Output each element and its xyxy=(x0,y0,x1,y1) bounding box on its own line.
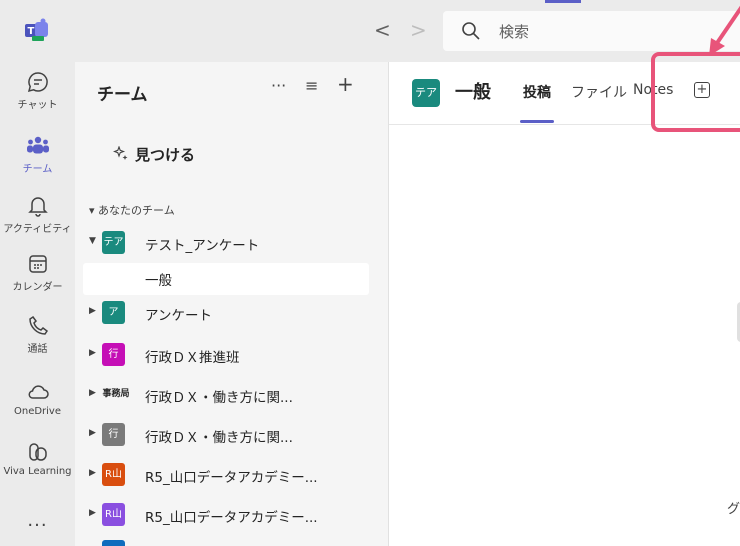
team-name: 行政ＤＸ・働き方に関... xyxy=(145,390,293,406)
rail-item-calendar[interactable]: カレンダー xyxy=(0,252,75,293)
chat-icon xyxy=(27,72,48,93)
team-avatar: R山 xyxy=(102,503,125,526)
channel-title: 一般 xyxy=(455,82,491,103)
team-name: 行政ＤＸ・働き方に関... xyxy=(145,430,293,446)
team-name: R5_山口データアカデミー... xyxy=(145,510,318,526)
team-row[interactable]: ▶ R山 R5_山口データアカデミー... xyxy=(75,460,388,492)
expand-caret-icon[interactable]: ▶ xyxy=(89,388,96,398)
team-row[interactable]: ▶ ア アンケート xyxy=(75,298,388,330)
sparkle-icon xyxy=(113,146,128,160)
search-input[interactable]: 検索 xyxy=(443,11,740,51)
content-text: グ xyxy=(727,502,740,517)
rail-label-calendar: カレンダー xyxy=(12,282,63,293)
collapse-caret-icon[interactable]: ▼ xyxy=(89,236,96,246)
rail-item-viva-learning[interactable]: Viva Learning xyxy=(0,440,75,477)
team-row[interactable]: ▼ テア テスト_アンケート xyxy=(75,228,388,260)
bell-icon xyxy=(27,197,48,217)
title-bar: T < > 検索 xyxy=(0,0,740,62)
rail-item-teams[interactable]: チーム xyxy=(0,134,75,175)
team-row[interactable]: ▶ 事務局 行政ＤＸ・働き方に関... xyxy=(75,380,388,412)
teams-logo-icon: T xyxy=(25,18,48,41)
channel-row-general[interactable]: 一般 xyxy=(83,263,369,295)
expand-caret-icon[interactable]: ▶ xyxy=(89,306,96,316)
teams-icon xyxy=(26,136,49,154)
channel-view: テア 一般 投稿 ファイル Notes + グ xyxy=(389,5,740,546)
more-apps-button[interactable]: ... xyxy=(0,510,75,531)
back-button[interactable]: < xyxy=(374,18,391,42)
team-row[interactable]: ▶ R山 R5_山口データアカデミー... xyxy=(75,500,388,532)
rail-label-onedrive: OneDrive xyxy=(13,406,62,417)
team-avatar: 行 xyxy=(102,423,125,446)
rail-item-chat[interactable]: チャット xyxy=(0,70,75,111)
phone-icon xyxy=(28,315,48,335)
team-avatar: テア xyxy=(102,231,125,254)
team-avatar: ア xyxy=(102,301,125,324)
app-rail: チャット チーム アクティビティ カレンダー 通話 OneDrive Viva … xyxy=(0,62,75,546)
team-avatar: 事務局 xyxy=(102,389,130,399)
rail-label-chat: チャット xyxy=(17,100,58,111)
team-avatar: R山 xyxy=(102,463,125,486)
team-avatar: 行 xyxy=(102,343,125,366)
team-name: アンケート xyxy=(145,308,212,324)
expand-caret-icon[interactable]: ▶ xyxy=(89,428,96,438)
team-name: テスト_アンケート xyxy=(145,238,260,254)
arrow-annotation-icon xyxy=(709,5,740,56)
discover-teams-button[interactable]: 見つける xyxy=(135,144,195,165)
expand-caret-icon[interactable]: ▶ xyxy=(89,468,96,478)
expand-caret-icon[interactable]: ▶ xyxy=(89,348,96,358)
active-tab-indicator xyxy=(520,120,554,123)
teams-panel: チーム ··· ≡ + 見つける ▾ あなたのチーム ▼ テア テスト_アンケー… xyxy=(75,62,389,546)
forward-button[interactable]: > xyxy=(410,18,427,42)
channel-header: テア 一般 投稿 ファイル Notes + xyxy=(389,52,740,132)
tab-posts[interactable]: 投稿 xyxy=(523,82,551,102)
expand-caret-icon[interactable]: ▶ xyxy=(89,508,96,518)
team-avatar-partial xyxy=(102,540,125,546)
search-placeholder: 検索 xyxy=(499,23,530,41)
rail-item-activity[interactable]: アクティビティ xyxy=(0,194,75,235)
filter-button[interactable]: ≡ xyxy=(305,76,318,95)
rail-item-calls[interactable]: 通話 xyxy=(0,314,75,355)
rail-label-teams: チーム xyxy=(22,164,53,175)
calendar-icon xyxy=(28,255,47,273)
cloud-icon xyxy=(28,385,49,399)
team-name: 行政ＤＸ推進班 xyxy=(145,350,240,366)
add-team-button[interactable]: + xyxy=(337,72,354,96)
channel-name: 一般 xyxy=(145,273,172,289)
team-name: R5_山口データアカデミー... xyxy=(145,470,318,486)
tab-files[interactable]: ファイル xyxy=(571,82,627,102)
rail-label-activity: アクティビティ xyxy=(3,224,72,235)
accent-strip xyxy=(545,0,581,3)
learning-icon xyxy=(28,443,47,461)
team-row[interactable]: ▶ 行 行政ＤＸ・働き方に関... xyxy=(75,420,388,452)
panel-title: チーム xyxy=(97,85,148,105)
svg-text:T: T xyxy=(28,26,35,37)
more-options-button[interactable]: ··· xyxy=(271,76,286,95)
search-icon xyxy=(462,22,480,40)
rail-label-calls: 通話 xyxy=(27,344,48,355)
rail-label-viva-learning: Viva Learning xyxy=(3,466,72,477)
team-row[interactable]: ▶ 行 行政ＤＸ推進班 xyxy=(75,340,388,372)
channel-team-avatar: テア xyxy=(412,79,440,107)
rail-item-onedrive[interactable]: OneDrive xyxy=(0,380,75,417)
your-teams-header[interactable]: ▾ あなたのチーム xyxy=(89,202,175,218)
highlight-annotation xyxy=(651,52,740,132)
